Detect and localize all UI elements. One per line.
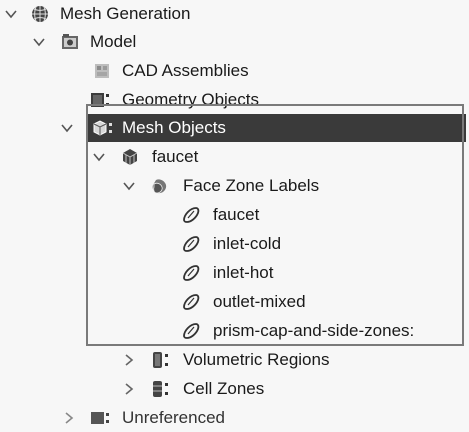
face-zone-icon: [180, 321, 200, 341]
tree-item-label: outlet-mixed: [213, 292, 306, 311]
tree-item-faucet[interactable]: faucet: [0, 143, 469, 171]
tree-item-label: inlet-hot: [213, 263, 274, 282]
geometry-objects-icon: [90, 90, 110, 110]
tree-item-label: prism-cap-and-side-zones:: [213, 321, 415, 340]
chevron-right-icon[interactable]: [122, 382, 136, 396]
mesh-objects-icon: [92, 118, 112, 138]
chevron-right-icon[interactable]: [122, 353, 136, 367]
face-zone-icon: [180, 205, 200, 225]
tree-item-label: Cell Zones: [183, 379, 265, 398]
tree-item-label: Volumetric Regions: [183, 350, 330, 369]
tree-item-mesh-objects[interactable]: Mesh Objects: [0, 114, 469, 142]
tree-item-cell-zones[interactable]: Cell Zones: [0, 375, 469, 403]
cad-assemblies-icon: [92, 61, 112, 81]
tree-item-label: Mesh Generation: [60, 4, 191, 23]
tree-item-zone[interactable]: inlet-cold: [0, 230, 469, 258]
tree-item-label: Model: [90, 32, 137, 51]
tree-item-face-zone-labels[interactable]: Face Zone Labels: [0, 172, 469, 200]
chevron-down-icon[interactable]: [32, 35, 46, 49]
unreferenced-icon: [90, 408, 110, 428]
face-zone-icon: [180, 292, 200, 312]
cell-zones-icon: [150, 379, 170, 399]
tree-item-label: Unreferenced: [122, 408, 226, 427]
tree-item-mesh-generation[interactable]: Mesh Generation: [0, 0, 469, 28]
tree-item-geometry-objects[interactable]: Geometry Objects: [0, 86, 469, 114]
tree-item-volumetric-regions[interactable]: Volumetric Regions: [0, 346, 469, 374]
face-zone-labels-icon: [150, 176, 170, 196]
face-zone-icon: [180, 263, 200, 283]
tree-item-unreferenced[interactable]: Unreferenced: [0, 404, 469, 432]
tree-item-label: inlet-cold: [213, 234, 282, 253]
tree-item-zone[interactable]: inlet-hot: [0, 259, 469, 287]
volumetric-regions-icon: [150, 350, 170, 370]
chevron-right-icon[interactable]: [62, 411, 76, 425]
tree-item-label: Face Zone Labels: [183, 176, 320, 195]
tree-item-label: Mesh Objects: [122, 118, 226, 137]
mesh-object-icon: [120, 147, 140, 167]
chevron-down-icon[interactable]: [92, 150, 106, 164]
chevron-down-icon[interactable]: [4, 7, 18, 21]
model-icon: [60, 32, 80, 52]
tree-item-zone[interactable]: prism-cap-and-side-zones:: [0, 317, 469, 345]
tree-item-cad-assemblies[interactable]: CAD Assemblies: [0, 57, 469, 85]
tree-item-label: faucet: [152, 147, 199, 166]
tree-item-label: Geometry Objects: [122, 90, 259, 109]
tree-item-label: faucet: [213, 205, 260, 224]
tree-item-zone[interactable]: outlet-mixed: [0, 288, 469, 316]
tree-item-label: CAD Assemblies: [122, 61, 249, 80]
tree-item-zone[interactable]: faucet: [0, 201, 469, 229]
chevron-down-icon[interactable]: [60, 121, 74, 135]
face-zone-icon: [180, 234, 200, 254]
globe-mesh-icon: [30, 4, 50, 24]
chevron-down-icon[interactable]: [122, 179, 136, 193]
tree-item-model[interactable]: Model: [0, 28, 469, 56]
